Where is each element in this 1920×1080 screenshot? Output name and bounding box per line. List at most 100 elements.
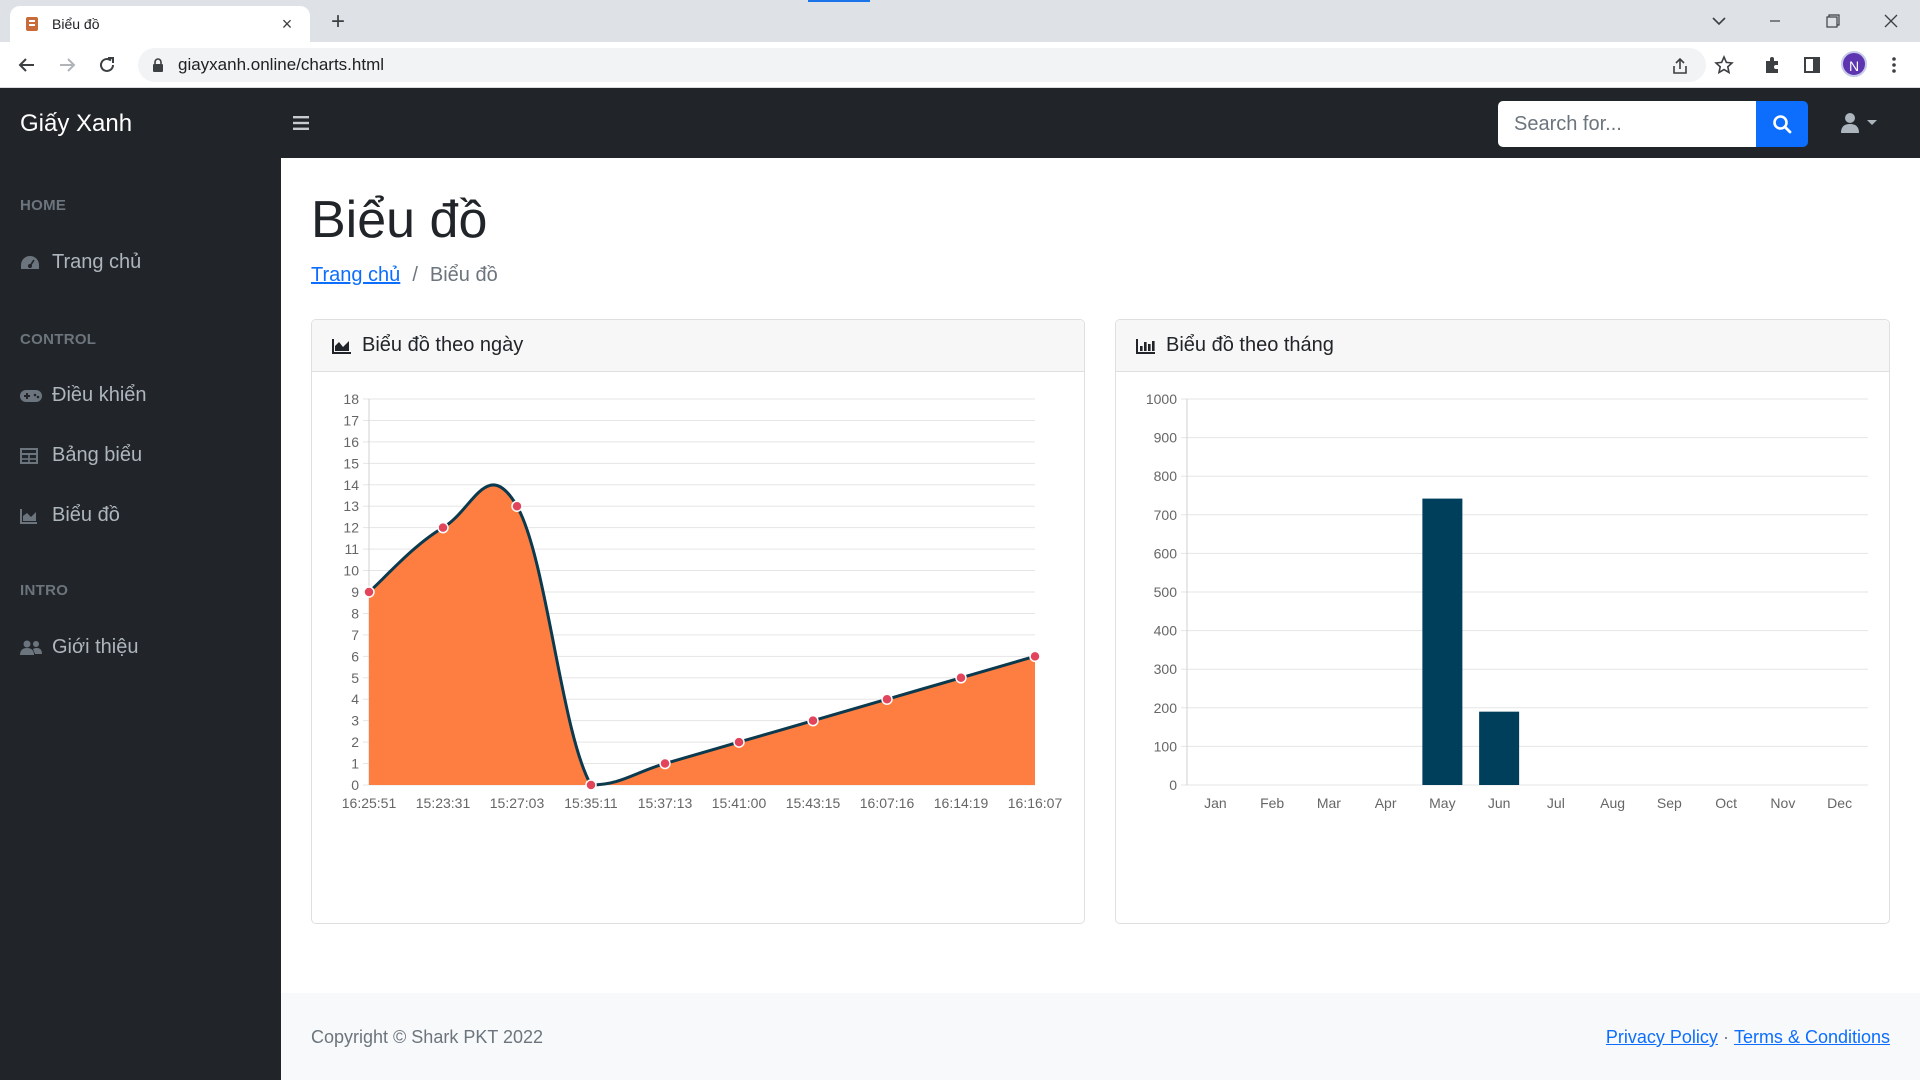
area-x-tick-label: 16:16:07 <box>1008 795 1063 811</box>
reload-button[interactable] <box>93 51 121 79</box>
area-y-tick-label: 16 <box>343 434 359 450</box>
sidebar-item-label: Bảng biểu <box>52 444 143 466</box>
area-data-point <box>585 779 597 791</box>
sidebar-heading-control: CONTROL <box>20 331 97 348</box>
restore-button[interactable] <box>1810 6 1856 36</box>
bar-mark <box>1479 711 1520 785</box>
card-title: Biểu đồ theo tháng <box>1166 334 1334 356</box>
area-y-tick-label: 18 <box>343 391 359 407</box>
area-data-point <box>659 757 671 770</box>
area-x-tick-label: 15:43:15 <box>786 795 841 811</box>
lock-icon[interactable] <box>152 58 164 72</box>
bar-x-tick-label: Dec <box>1827 795 1852 811</box>
tab-search-icon[interactable] <box>1696 6 1742 36</box>
bar-y-tick-label: 0 <box>1169 777 1177 793</box>
footer-links: Privacy Policy · Terms & Conditions <box>1606 1027 1890 1048</box>
back-button[interactable] <box>13 51 41 79</box>
bar-x-tick-label: Feb <box>1260 795 1284 811</box>
bar-y-tick-label: 300 <box>1154 661 1178 677</box>
area-data-point <box>733 736 745 748</box>
area-x-tick-label: 15:41:00 <box>712 795 767 811</box>
sidebar-item-trang-chu[interactable]: Trang chủ <box>20 251 141 274</box>
area-y-tick-label: 13 <box>343 498 359 514</box>
close-window-button[interactable] <box>1868 6 1914 36</box>
card-header: Biểu đồ theo ngày <box>312 320 1084 372</box>
minimize-button[interactable] <box>1752 6 1798 36</box>
address-bar[interactable]: giayxanh.online/charts.html <box>138 48 1706 82</box>
bar-y-tick-label: 500 <box>1154 584 1178 600</box>
table-icon <box>20 447 42 465</box>
bar-y-tick-label: 900 <box>1154 430 1178 446</box>
area-data-point <box>881 693 893 705</box>
footer: Copyright © Shark PKT 2022 Privacy Polic… <box>281 993 1920 1080</box>
bar-y-tick-label: 100 <box>1154 738 1178 754</box>
area-x-tick-label: 15:35:11 <box>564 795 618 811</box>
browser-tab[interactable]: Biểu đồ × <box>10 6 310 42</box>
tab-indicator <box>808 0 870 2</box>
side-panel-icon[interactable] <box>1800 53 1824 77</box>
bar-chart: 0 100 200 300 400 500 600 700 800 900 1000 Jan Feb Ma… <box>1146 391 1868 811</box>
site-favicon-icon <box>24 16 40 32</box>
user-menu-dropdown[interactable] <box>1840 112 1878 134</box>
sidebar-heading-home: HOME <box>20 197 67 214</box>
sidebar-item-label: Giới thiệu <box>52 636 139 658</box>
privacy-policy-link[interactable]: Privacy Policy <box>1606 1027 1718 1048</box>
area-data-point <box>1029 650 1041 663</box>
bar-x-tick-label: Jul <box>1547 795 1565 811</box>
new-tab-button[interactable]: + <box>324 8 352 36</box>
share-icon[interactable] <box>1669 55 1691 77</box>
bar-x-tick-label: Jun <box>1488 795 1511 811</box>
copyright-text: Copyright © Shark PKT 2022 <box>311 1027 544 1047</box>
breadcrumb: Trang chủ / Biểu đồ <box>311 264 498 287</box>
browser-tabstrip: Biểu đồ × + <box>0 0 1920 42</box>
area-chart-card: Biểu đồ theo ngày 0 1 2 3 4 5 6 7 8 9 10 11 12 13 14 15… <box>311 319 1085 924</box>
search-form <box>1498 101 1808 147</box>
sidebar-heading-intro: INTRO <box>20 582 69 599</box>
search-input[interactable] <box>1498 101 1756 147</box>
area-x-tick-label: 15:37:13 <box>638 795 693 811</box>
area-y-tick-label: 15 <box>343 455 359 471</box>
area-data-point <box>955 672 967 684</box>
search-button[interactable] <box>1756 101 1808 147</box>
sidebar-item-dieu-khien[interactable]: Điều khiển <box>20 384 147 407</box>
bar-y-tick-label: 400 <box>1154 623 1178 639</box>
sidebar-item-label: Trang chủ <box>52 251 142 273</box>
card-header: Biểu đồ theo tháng <box>1116 320 1889 372</box>
chart-area-icon <box>332 338 352 354</box>
browser-menu-icon[interactable] <box>1882 53 1906 77</box>
extensions-icon[interactable] <box>1760 53 1784 77</box>
bookmark-star-icon[interactable] <box>1712 53 1736 77</box>
forward-button[interactable] <box>53 51 81 79</box>
close-tab-icon[interactable]: × <box>278 15 296 33</box>
bar-x-tick-label: Apr <box>1375 795 1397 811</box>
browser-toolbar: giayxanh.online/charts.html N <box>0 42 1920 88</box>
bar-x-tick-label: Oct <box>1715 795 1737 811</box>
sidebar-item-gioi-thieu[interactable]: Giới thiệu <box>20 636 138 659</box>
terms-link[interactable]: Terms & Conditions <box>1734 1027 1890 1048</box>
breadcrumb-home-link[interactable]: Trang chủ <box>311 264 400 287</box>
sidebar-item-bieu-do[interactable]: Biểu đồ <box>20 504 120 527</box>
sidebar-item-bang-bieu[interactable]: Bảng biểu <box>20 444 142 467</box>
sidebar-item-label: Điều khiển <box>52 384 147 406</box>
brand-logo[interactable]: Giấy Xanh <box>20 110 132 138</box>
bar-x-tick-label: Aug <box>1600 795 1625 811</box>
chart-area-icon <box>20 507 42 525</box>
top-navbar: Giấy Xanh <box>0 88 1920 158</box>
area-data-point <box>363 586 375 598</box>
sidebar: HOME Trang chủ CONTROL Điều khiển Bảng b… <box>0 158 281 1080</box>
area-y-tick-label: 9 <box>351 584 359 600</box>
bar-y-tick-label: 1000 <box>1146 391 1177 407</box>
sidebar-toggle-icon[interactable] <box>290 112 312 134</box>
search-icon <box>1773 115 1792 134</box>
area-y-tick-label: 3 <box>351 713 359 729</box>
bar-chart-card: Biểu đồ theo tháng 0 100 200 300 400 500 600 70… <box>1115 319 1890 924</box>
bar-y-tick-label: 600 <box>1154 545 1178 561</box>
area-y-tick-label: 11 <box>344 541 359 557</box>
bar-x-tick-label: Mar <box>1317 795 1341 811</box>
area-chart: 012345678910111213141516171816:25:51 15:2… <box>342 391 1063 811</box>
bar-x-tick-label: Jan <box>1204 795 1227 811</box>
bar-x-tick-label: Nov <box>1770 795 1795 811</box>
breadcrumb-current: Biểu đồ <box>429 264 498 286</box>
profile-avatar[interactable]: N <box>1841 51 1867 77</box>
area-y-tick-label: 4 <box>351 691 359 707</box>
